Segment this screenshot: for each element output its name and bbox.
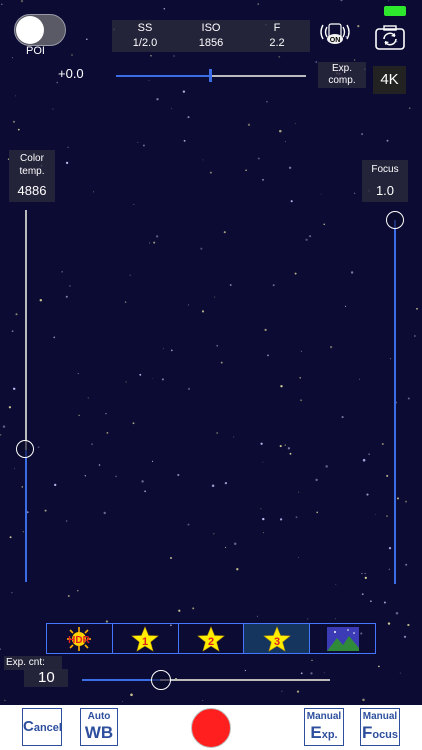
cancel-button-cap: C <box>23 718 34 735</box>
shooting-mode-selector: HDR 1 2 3 <box>46 623 376 654</box>
exposure-count-slider-thumb[interactable] <box>151 670 171 690</box>
manual-exposure-cap: E <box>310 723 322 742</box>
aperture-readout: F 2.2 <box>244 20 310 51</box>
focus-value: 1.0 <box>362 180 408 202</box>
exposure-comp-label: Exp. comp. <box>318 62 366 88</box>
star-icon: 1 <box>131 625 159 652</box>
auto-wb-small-label: Auto <box>87 711 111 722</box>
iso-value: 1856 <box>198 37 224 49</box>
camera-preview[interactable]: POI SS 1/2.0 ISO 1856 F 2.2 ON +0.0 Exp. <box>0 0 422 705</box>
f-value: 2.2 <box>269 37 285 49</box>
cancel-button[interactable]: Cancel <box>22 708 62 746</box>
color-temp-label-line1: Color <box>20 153 44 164</box>
exposure-count-slider-fill <box>82 679 160 681</box>
iso-readout: ISO 1856 <box>178 20 244 51</box>
star-1-text: 1 <box>142 636 148 648</box>
shutter-speed-readout: SS 1/2.0 <box>112 20 178 51</box>
signal-on-icon[interactable]: ON <box>318 22 352 48</box>
color-temp-slider-thumb[interactable] <box>16 440 34 458</box>
exposure-comp-label-line1: Exp. <box>331 63 352 74</box>
focus-slider[interactable] <box>394 220 396 584</box>
auto-wb-button[interactable]: Auto WB <box>80 708 118 746</box>
color-temp-label-line2: temp. <box>19 166 45 177</box>
manual-focus-cap: F <box>361 723 373 742</box>
hdr-sun-icon: HDR <box>67 626 92 651</box>
color-temp-value: 4886 <box>9 180 55 202</box>
exposure-comp-slider-fill <box>116 75 211 77</box>
ss-value: 1/2.0 <box>132 37 158 49</box>
poi-toggle-knob <box>16 16 44 44</box>
manual-focus-button[interactable]: Manual Focus <box>360 708 400 746</box>
star-3-text: 3 <box>274 636 280 648</box>
color-temp-label: Color temp. <box>9 150 55 180</box>
manual-exposure-button[interactable]: Manual Exp. <box>304 708 344 746</box>
starfield-background <box>0 0 418 702</box>
mode-hdr[interactable]: HDR <box>47 624 113 653</box>
shutter-button[interactable] <box>191 708 231 748</box>
mode-star-1[interactable]: 1 <box>113 624 179 653</box>
star-icon: 2 <box>197 625 225 652</box>
signal-on-text: ON <box>330 37 341 44</box>
exposure-comp-slider-thumb[interactable] <box>209 69 212 82</box>
exposure-comp-value: +0.0 <box>58 66 84 81</box>
resolution-button[interactable]: 4K <box>373 66 406 94</box>
poi-label: POI <box>26 45 45 57</box>
poi-toggle[interactable] <box>14 14 66 46</box>
manual-focus-rest: ocus <box>372 729 399 741</box>
mode-star-2[interactable]: 2 <box>179 624 245 653</box>
hdr-text: HDR <box>69 635 91 646</box>
star-icon: 3 <box>262 625 291 652</box>
battery-icon <box>384 6 406 16</box>
manual-exposure-small-label: Manual <box>306 711 342 722</box>
exposure-count-value: 10 <box>24 669 68 687</box>
exposure-comp-label-line2: comp. <box>328 75 356 86</box>
mode-landscape[interactable] <box>310 624 375 653</box>
auto-wb-big-label: WB <box>84 723 114 742</box>
landscape-icon <box>326 626 359 651</box>
exposure-count-label: Exp. cnt: <box>4 656 62 670</box>
ss-key: SS <box>137 22 153 34</box>
manual-exposure-rest: xp. <box>321 729 338 741</box>
mode-star-3[interactable]: 3 <box>244 624 311 653</box>
switch-camera-icon[interactable] <box>375 24 405 50</box>
focus-slider-thumb[interactable] <box>386 211 404 229</box>
f-key: F <box>273 22 281 34</box>
cancel-button-rest: ancel <box>33 722 62 734</box>
iso-key: ISO <box>201 22 221 34</box>
focus-label: Focus <box>362 160 408 180</box>
manual-focus-small-label: Manual <box>362 711 398 722</box>
exposure-info-panel: SS 1/2.0 ISO 1856 F 2.2 <box>112 20 310 52</box>
star-2-text: 2 <box>208 636 214 648</box>
color-temp-slider-fill <box>25 450 27 582</box>
bottom-toolbar: Cancel Auto WB Manual Exp. Manual Focus <box>0 705 422 750</box>
